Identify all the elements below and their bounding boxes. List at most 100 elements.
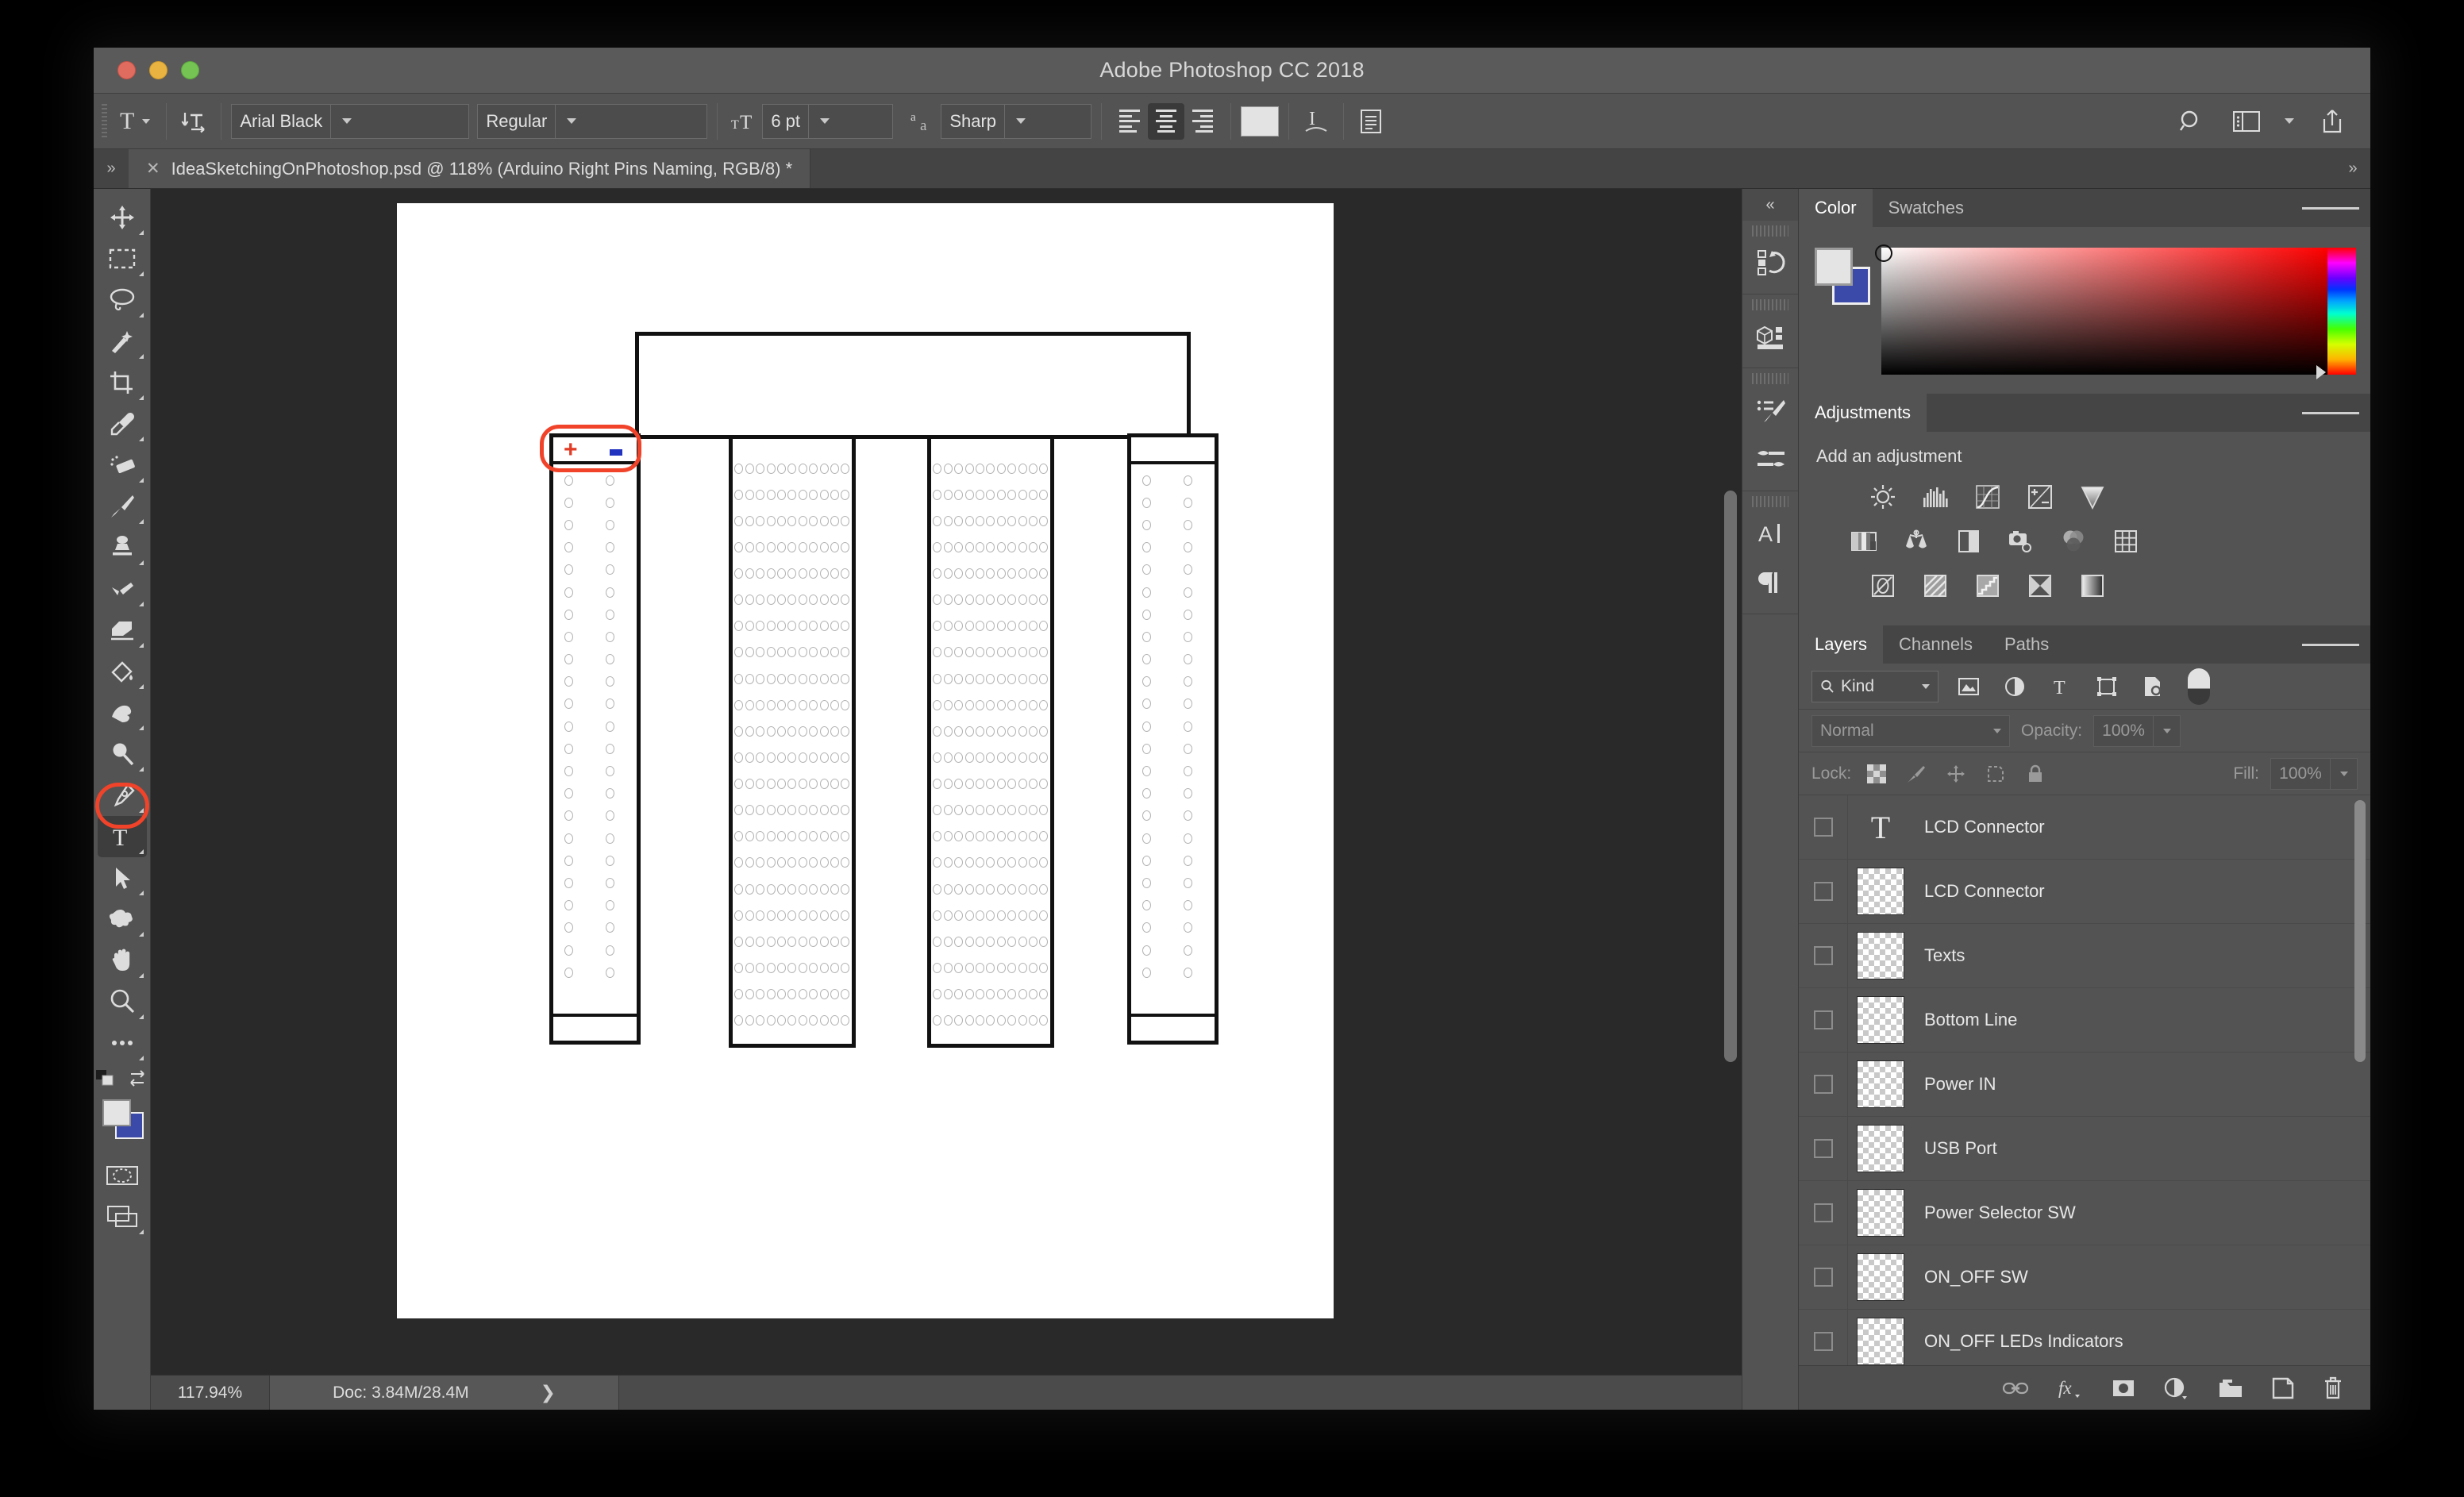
- foreground-background-color[interactable]: [98, 1098, 147, 1144]
- levels-icon[interactable]: [1919, 481, 1951, 513]
- posterize-icon[interactable]: [1919, 570, 1951, 602]
- font-style-select[interactable]: Regular: [477, 103, 708, 139]
- clone-stamp-tool[interactable]: [98, 527, 147, 568]
- table-row[interactable]: Power IN: [1799, 1053, 2370, 1117]
- lock-transparent-pixels-icon[interactable]: [1862, 760, 1891, 788]
- layer-visibility-toggle[interactable]: [1799, 1181, 1848, 1245]
- chevron-down-icon[interactable]: [2285, 118, 2294, 124]
- dodge-tool[interactable]: [98, 733, 147, 775]
- anti-alias-select[interactable]: Sharp: [941, 103, 1092, 139]
- tool-preset-picker[interactable]: T: [114, 101, 156, 142]
- brightness-contrast-icon[interactable]: [1867, 481, 1899, 513]
- type-tool[interactable]: T: [97, 816, 147, 857]
- filter-pixel-layers-icon[interactable]: [1953, 671, 1985, 702]
- workspace-switcher-icon[interactable]: [2229, 104, 2264, 139]
- history-brush-tool[interactable]: [98, 568, 147, 610]
- document-info[interactable]: Doc: 3.84M/28.4M ❯: [270, 1376, 619, 1410]
- toggle-text-orientation-icon[interactable]: [176, 104, 211, 139]
- layer-visibility-toggle[interactable]: [1799, 795, 1848, 859]
- tab-paths[interactable]: Paths: [1989, 625, 2065, 664]
- canvas-area[interactable]: + 117.94% Doc: 3.84M/28.4M ❯: [151, 189, 1742, 1410]
- text-color-swatch[interactable]: [1241, 106, 1280, 137]
- canvas-vertical-scrollbar[interactable]: [1724, 491, 1737, 1062]
- chevron-right-icon[interactable]: ❯: [541, 1382, 556, 1403]
- maximize-window-button[interactable]: [181, 61, 199, 79]
- table-row[interactable]: Power Selector SW: [1799, 1181, 2370, 1245]
- blur-tool[interactable]: [98, 692, 147, 733]
- layer-thumbnail[interactable]: [1848, 1060, 1913, 1108]
- layers-scrollbar[interactable]: [2354, 800, 2366, 1062]
- table-row[interactable]: T LCD Connector: [1799, 795, 2370, 860]
- brush-tool[interactable]: [98, 486, 147, 527]
- table-row[interactable]: Bottom Line: [1799, 988, 2370, 1053]
- edit-toolbar-button[interactable]: [98, 1022, 147, 1064]
- lock-artboard-nesting-icon[interactable]: [1981, 760, 2010, 788]
- spot-healing-brush-tool[interactable]: [98, 444, 147, 486]
- layer-visibility-toggle[interactable]: [1799, 1310, 1848, 1365]
- gradient-map-icon[interactable]: [2024, 570, 2056, 602]
- dock-grip[interactable]: [1752, 496, 1788, 507]
- gradient-tool[interactable]: [98, 651, 147, 692]
- tab-adjustments[interactable]: Adjustments: [1799, 394, 1927, 432]
- layer-visibility-toggle[interactable]: [1799, 924, 1848, 987]
- tabbar-right-expand-icon[interactable]: »: [2335, 149, 2370, 188]
- layer-visibility-toggle[interactable]: [1799, 988, 1848, 1052]
- character-panel-icon[interactable]: A: [1742, 509, 1800, 558]
- layer-filter-kind-select[interactable]: Kind: [1811, 670, 1938, 702]
- add-layer-mask-icon[interactable]: [2112, 1379, 2135, 1398]
- minimize-window-button[interactable]: [149, 61, 167, 79]
- foreground-color-swatch[interactable]: [1815, 248, 1853, 286]
- options-bar-grip[interactable]: [102, 103, 107, 139]
- chevron-down-icon[interactable]: [555, 104, 587, 138]
- chevron-down-icon[interactable]: [1004, 104, 1036, 138]
- warp-text-icon[interactable]: I: [1299, 104, 1334, 139]
- tab-swatches[interactable]: Swatches: [1873, 189, 1980, 227]
- brush-presets-panel-icon[interactable]: [1742, 386, 1800, 435]
- chevron-down-icon[interactable]: [2153, 715, 2180, 746]
- search-icon[interactable]: [2173, 104, 2208, 139]
- default-colors-icon[interactable]: [95, 1070, 117, 1091]
- tab-channels[interactable]: Channels: [1883, 625, 1989, 664]
- dock-grip[interactable]: [1752, 225, 1788, 237]
- swap-colors-icon[interactable]: [128, 1070, 148, 1091]
- zoom-level[interactable]: 117.94%: [151, 1376, 270, 1410]
- path-selection-tool[interactable]: [98, 857, 147, 899]
- chevron-down-icon[interactable]: [2330, 758, 2357, 789]
- zoom-tool[interactable]: [98, 981, 147, 1022]
- layer-thumbnail[interactable]: [1848, 932, 1913, 979]
- table-row[interactable]: ON_OFF SW: [1799, 1245, 2370, 1310]
- quick-mask-icon[interactable]: [98, 1155, 147, 1196]
- close-icon[interactable]: ✕: [146, 159, 160, 179]
- layer-thumbnail[interactable]: T: [1848, 803, 1913, 851]
- filter-shape-layers-icon[interactable]: [2091, 671, 2123, 702]
- history-panel-icon[interactable]: [1742, 238, 1800, 287]
- threshold-icon[interactable]: [1972, 570, 2004, 602]
- layer-visibility-toggle[interactable]: [1799, 860, 1848, 923]
- character-paragraph-panel-icon[interactable]: [1353, 104, 1388, 139]
- black-white-icon[interactable]: [1953, 525, 1985, 557]
- align-left-icon[interactable]: [1111, 103, 1148, 140]
- channel-mixer-icon[interactable]: [2058, 525, 2089, 557]
- font-family-select[interactable]: Arial Black: [231, 103, 470, 139]
- shape-tool[interactable]: [98, 899, 147, 940]
- new-layer-icon[interactable]: [2272, 1377, 2294, 1399]
- table-row[interactable]: LCD Connector: [1799, 860, 2370, 924]
- filter-toggle-switch[interactable]: [2188, 668, 2210, 705]
- color-lookup-icon[interactable]: [2110, 525, 2142, 557]
- move-tool[interactable]: [98, 197, 147, 238]
- lock-all-icon[interactable]: [2021, 760, 2050, 788]
- new-fill-adjustment-layer-icon[interactable]: [2164, 1377, 2189, 1399]
- color-panel-swatches[interactable]: [1815, 248, 1872, 305]
- color-picker-field[interactable]: [1875, 244, 2327, 375]
- filter-type-layers-icon[interactable]: T: [2045, 671, 2077, 702]
- filter-smart-object-icon[interactable]: [2137, 671, 2169, 702]
- vibrance-icon[interactable]: [2077, 481, 2108, 513]
- layer-visibility-toggle[interactable]: [1799, 1245, 1848, 1309]
- layer-visibility-toggle[interactable]: [1799, 1117, 1848, 1180]
- dock-grip[interactable]: [1752, 299, 1788, 310]
- color-balance-icon[interactable]: [1900, 525, 1932, 557]
- table-row[interactable]: ON_OFF LEDs Indicators: [1799, 1310, 2370, 1365]
- panel-menu-icon[interactable]: [2302, 189, 2359, 227]
- layer-thumbnail[interactable]: [1848, 1253, 1913, 1301]
- layer-thumbnail[interactable]: [1848, 1125, 1913, 1172]
